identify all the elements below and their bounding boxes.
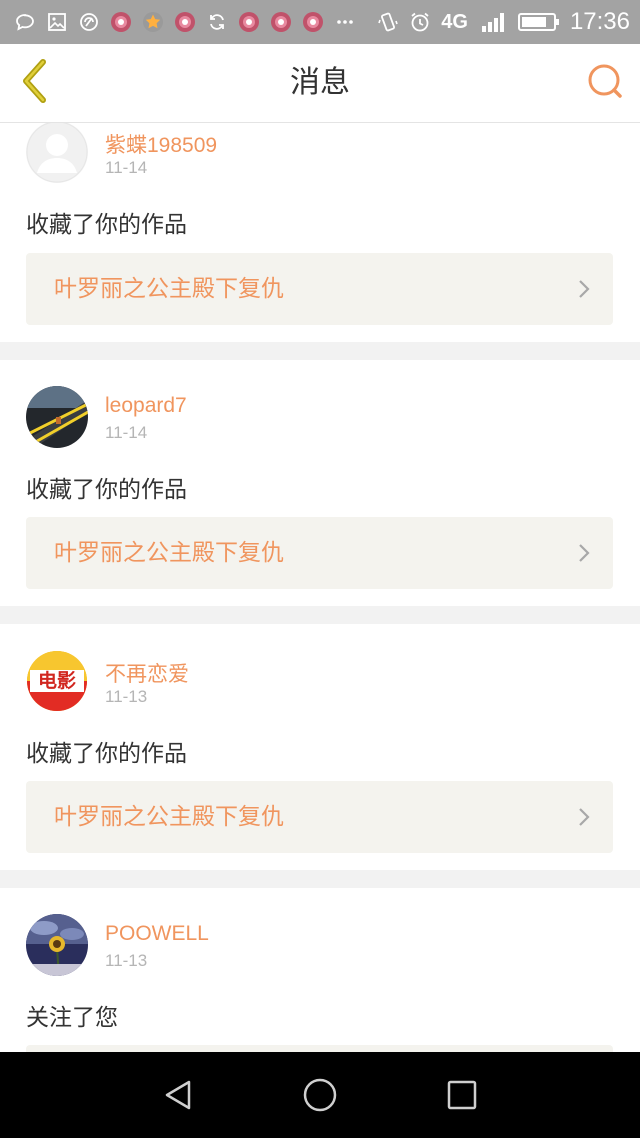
more-icon bbox=[334, 11, 356, 33]
action-text: 关注了您 bbox=[26, 1005, 118, 1031]
work-link[interactable] bbox=[26, 1045, 613, 1052]
chevron-right-icon bbox=[579, 808, 590, 826]
status-bar: 4G 17:36 bbox=[0, 0, 640, 44]
page-title: 消息 bbox=[290, 65, 350, 100]
alarm-icon bbox=[409, 11, 431, 33]
system-status: 4G 17:36 bbox=[377, 0, 630, 44]
signal-icon bbox=[478, 11, 508, 33]
nav-recents-icon bbox=[447, 1080, 477, 1110]
message-time: 11-14 bbox=[105, 423, 148, 442]
app-header: 消息 bbox=[0, 44, 640, 123]
search-icon bbox=[586, 62, 624, 104]
app-icon bbox=[174, 11, 196, 33]
image-icon bbox=[46, 11, 68, 33]
app-icon bbox=[110, 11, 132, 33]
work-title: 叶罗丽之公主殿下复仇 bbox=[54, 540, 284, 566]
nav-back-icon bbox=[165, 1080, 191, 1110]
message-icon bbox=[14, 11, 36, 33]
nav-recents-button[interactable] bbox=[439, 1072, 485, 1118]
app-icon bbox=[302, 11, 324, 33]
message-card: leopard7 11-14 收藏了你的作品 叶罗丽之公主殿下复仇 bbox=[0, 360, 640, 606]
road-avatar[interactable] bbox=[26, 386, 88, 448]
sunflower-avatar[interactable] bbox=[26, 914, 88, 976]
chevron-right-icon bbox=[579, 280, 590, 298]
message-time: 11-13 bbox=[105, 951, 148, 970]
star-icon bbox=[142, 11, 164, 33]
default-avatar[interactable] bbox=[26, 123, 88, 183]
action-text: 收藏了你的作品 bbox=[26, 212, 187, 238]
work-title: 叶罗丽之公主殿下复仇 bbox=[54, 276, 284, 302]
action-text: 收藏了你的作品 bbox=[26, 477, 187, 503]
vibrate-icon bbox=[377, 11, 399, 33]
message-time: 11-14 bbox=[105, 158, 148, 177]
user-name[interactable]: 不再恋爱 bbox=[105, 658, 189, 688]
work-link[interactable]: 叶罗丽之公主殿下复仇 bbox=[26, 253, 613, 325]
message-card: 紫蝶198509 11-14 收藏了你的作品 叶罗丽之公主殿下复仇 bbox=[0, 123, 640, 342]
work-link[interactable]: 叶罗丽之公主殿下复仇 bbox=[26, 517, 613, 589]
nav-home-icon bbox=[303, 1078, 337, 1112]
status-time: 17:36 bbox=[569, 8, 630, 35]
user-name[interactable]: POOWELL bbox=[105, 922, 209, 946]
vpn-icon bbox=[78, 11, 100, 33]
chevron-right-icon bbox=[579, 544, 590, 562]
message-time: 11-13 bbox=[105, 687, 148, 706]
message-card: POOWELL 11-13 关注了您 bbox=[0, 888, 640, 1052]
nav-home-button[interactable] bbox=[297, 1072, 343, 1118]
message-list[interactable]: 紫蝶198509 11-14 收藏了你的作品 叶罗丽之公主殿下复仇 leopar… bbox=[0, 123, 640, 1052]
avatar-text: 电影 bbox=[37, 670, 76, 692]
notification-icons bbox=[14, 0, 356, 44]
work-title: 叶罗丽之公主殿下复仇 bbox=[54, 804, 284, 830]
app-icon bbox=[238, 11, 260, 33]
search-button[interactable] bbox=[584, 62, 626, 104]
user-name[interactable]: 紫蝶198509 bbox=[105, 129, 217, 159]
navigation-bar bbox=[0, 1052, 640, 1138]
app-icon bbox=[270, 11, 292, 33]
movie-avatar[interactable]: 电影 bbox=[26, 650, 88, 712]
sync-icon bbox=[206, 11, 228, 33]
message-card: 电影 不再恋爱 11-13 收藏了你的作品 叶罗丽之公主殿下复仇 bbox=[0, 624, 640, 870]
user-name[interactable]: leopard7 bbox=[105, 394, 187, 418]
network-label: 4G bbox=[441, 10, 468, 33]
action-text: 收藏了你的作品 bbox=[26, 741, 187, 767]
nav-back-button[interactable] bbox=[155, 1072, 201, 1118]
work-link[interactable]: 叶罗丽之公主殿下复仇 bbox=[26, 781, 613, 853]
battery-icon bbox=[517, 11, 560, 33]
